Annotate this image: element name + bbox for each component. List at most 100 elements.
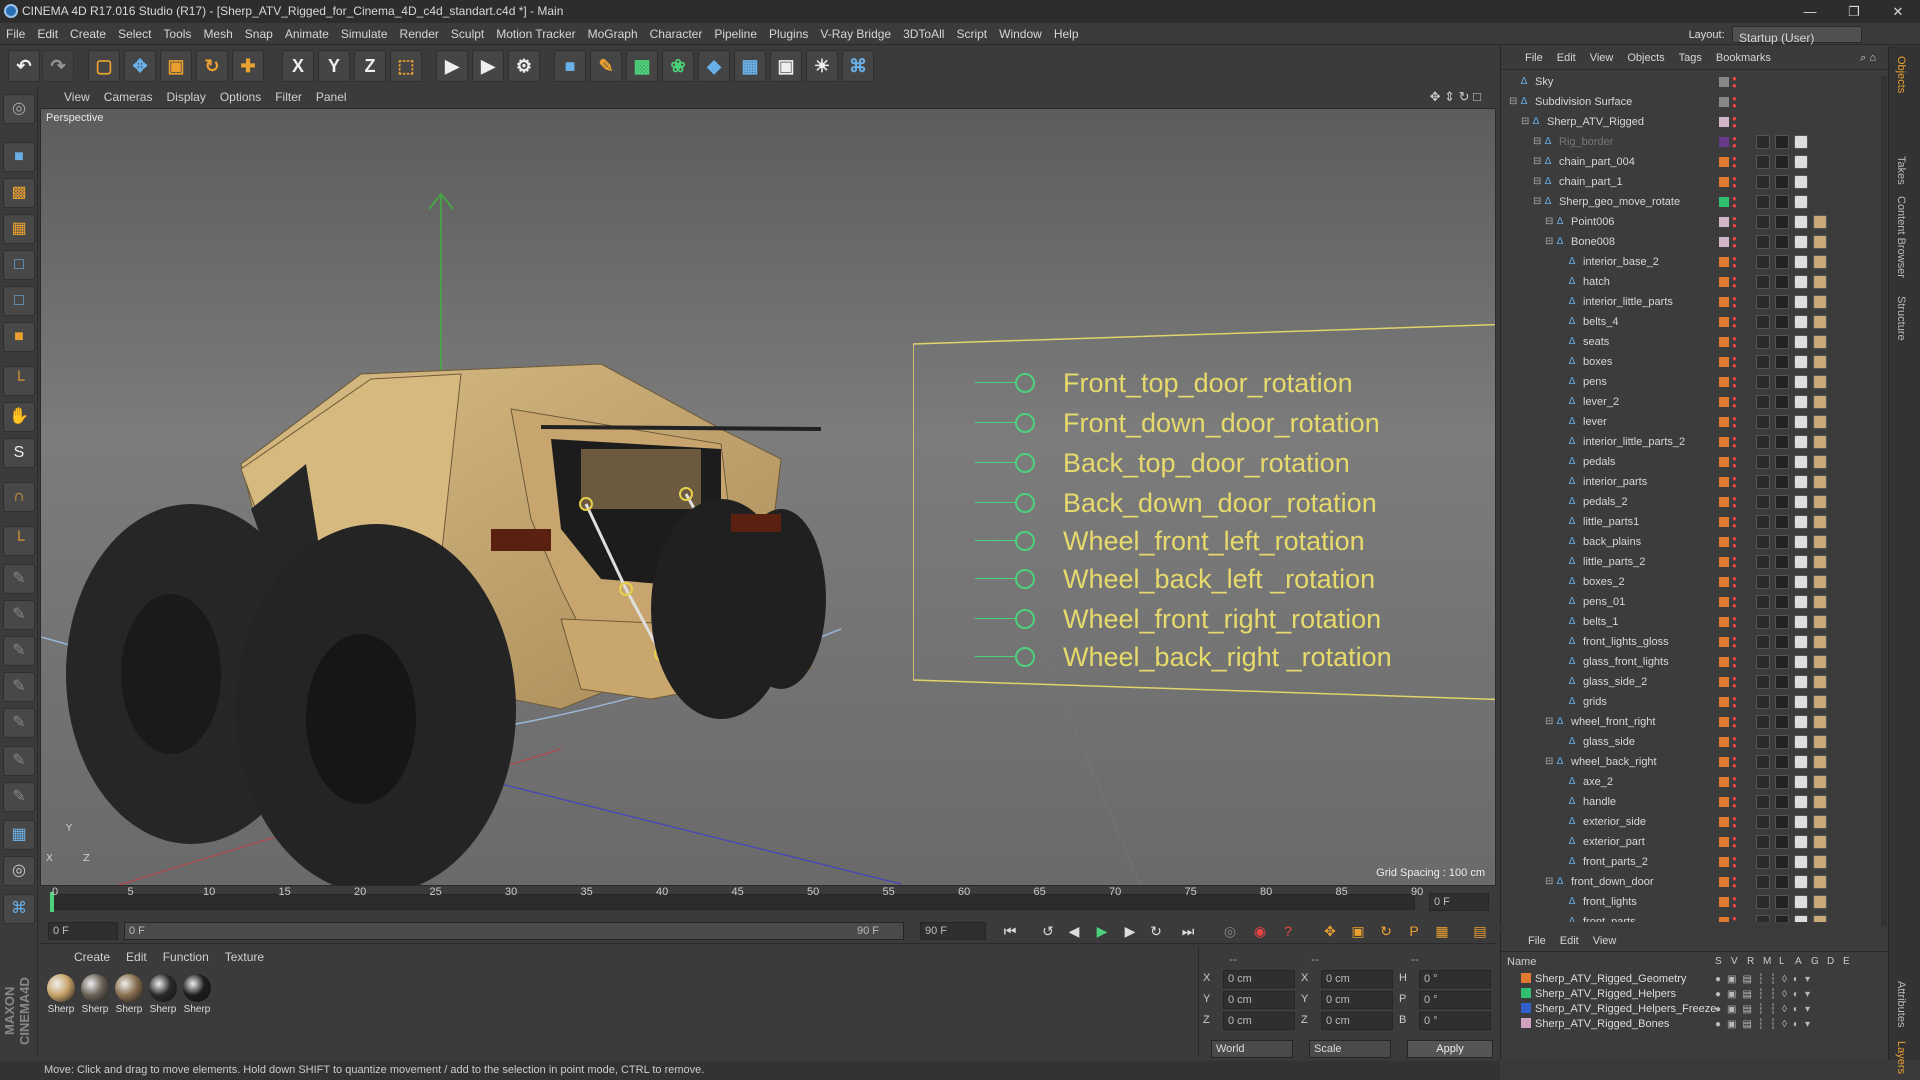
object-row[interactable]: ⊟ ∆ wheel_front_right ● ● xyxy=(1501,712,1889,732)
material-tag-icon[interactable] xyxy=(1794,455,1808,469)
material-tag-icon[interactable] xyxy=(1794,555,1808,569)
material-swatch[interactable]: Sherp xyxy=(148,974,178,1018)
visibility-dots-icon[interactable]: ●● xyxy=(1732,615,1737,630)
object-row[interactable]: ⊟ ∆ Sherp_geo_move_rotate ● ● xyxy=(1501,192,1889,212)
move-tool-icon[interactable]: ✥ xyxy=(124,50,156,82)
polygons-mode-icon[interactable]: ■ xyxy=(3,322,35,352)
rig-control-row[interactable]: Wheel_back_right _rotation xyxy=(975,642,1495,672)
object-row[interactable]: ⊟ ∆ Subdivision Surface ● ● xyxy=(1501,92,1889,112)
visibility-dots-icon[interactable]: ●● xyxy=(1732,195,1737,210)
sculpt-brush-2-icon[interactable]: ✎ xyxy=(3,600,35,630)
material-tag-icon[interactable] xyxy=(1813,735,1827,749)
object-row[interactable]: ∆ exterior_side ● ● xyxy=(1501,812,1889,832)
object-name[interactable]: boxes_2 xyxy=(1583,572,1625,592)
layer-color-swatch[interactable] xyxy=(1719,257,1729,267)
layer-color-swatch[interactable] xyxy=(1719,457,1729,467)
object-row[interactable]: ∆ pens_01 ● ● xyxy=(1501,592,1889,612)
minimize-button[interactable]: — xyxy=(1788,0,1832,23)
layer-color-swatch[interactable] xyxy=(1719,277,1729,287)
coordinate-system-icon[interactable]: ⬚ xyxy=(390,50,422,82)
control-circle-handle[interactable] xyxy=(1015,609,1035,629)
material-tag-icon[interactable] xyxy=(1813,695,1827,709)
menu-mograph[interactable]: MoGraph xyxy=(582,23,644,45)
layer-color-swatch[interactable] xyxy=(1719,137,1729,147)
object-name[interactable]: interior_little_parts_2 xyxy=(1583,432,1685,452)
visibility-dots-icon[interactable]: ●● xyxy=(1732,835,1737,850)
material-tag-icon[interactable] xyxy=(1775,375,1789,389)
object-row[interactable]: ⊟ ∆ front_down_door ● ● xyxy=(1501,872,1889,892)
layer-color-swatch[interactable] xyxy=(1719,437,1729,447)
layers-menu-view[interactable]: View xyxy=(1586,930,1624,952)
object-row[interactable]: ∆ pedals_2 ● ● xyxy=(1501,492,1889,512)
layer-color-swatch[interactable] xyxy=(1719,197,1729,207)
material-tag-icon[interactable] xyxy=(1756,495,1770,509)
timeline-window-icon[interactable]: ▤ xyxy=(1468,921,1492,941)
material-tag-icon[interactable] xyxy=(1813,555,1827,569)
layer-color-swatch[interactable] xyxy=(1719,177,1729,187)
visibility-dots-icon[interactable]: ●● xyxy=(1732,115,1737,130)
goto-start-icon[interactable]: ⏮ xyxy=(998,921,1022,941)
menu-select[interactable]: Select xyxy=(112,23,157,45)
script-icon[interactable]: ⌘ xyxy=(3,894,35,924)
object-row[interactable]: ∆ grids ● ● xyxy=(1501,692,1889,712)
layer-color-swatch[interactable] xyxy=(1719,577,1729,587)
key-position-icon[interactable]: ✥ xyxy=(1318,921,1342,941)
material-tag-icon[interactable] xyxy=(1756,795,1770,809)
object-row[interactable]: ∆ interior_little_parts_2 ● ● xyxy=(1501,432,1889,452)
viewport-menu-view[interactable]: View xyxy=(40,86,97,108)
object-row[interactable]: ⊟ ∆ Point006 ● ● xyxy=(1501,212,1889,232)
visibility-dots-icon[interactable]: ●● xyxy=(1732,815,1737,830)
material-tag-icon[interactable] xyxy=(1756,275,1770,289)
menu-snap[interactable]: Snap xyxy=(239,23,279,45)
material-tag-icon[interactable] xyxy=(1756,315,1770,329)
layer-color-swatch[interactable] xyxy=(1719,417,1729,427)
material-tag-icon[interactable] xyxy=(1775,835,1789,849)
material-tag-icon[interactable] xyxy=(1775,675,1789,689)
material-tag-icon[interactable] xyxy=(1794,715,1808,729)
material-tag-icon[interactable] xyxy=(1813,475,1827,489)
visibility-dots-icon[interactable]: ●● xyxy=(1732,495,1737,510)
material-tag-icon[interactable] xyxy=(1775,315,1789,329)
layer-color-swatch[interactable] xyxy=(1719,677,1729,687)
cloner-icon[interactable]: ❀ xyxy=(662,50,694,82)
layer-color-swatch[interactable] xyxy=(1719,77,1729,87)
visibility-dots-icon[interactable]: ●● xyxy=(1732,215,1737,230)
material-tag-icon[interactable] xyxy=(1794,295,1808,309)
y-axis-lock-icon[interactable]: Y xyxy=(318,50,350,82)
material-tag-icon[interactable] xyxy=(1813,575,1827,589)
material-tag-icon[interactable] xyxy=(1813,255,1827,269)
material-tag-icon[interactable] xyxy=(1775,735,1789,749)
side-tab-attributes[interactable]: Attributes xyxy=(1895,981,1907,1027)
layers-menu-edit[interactable]: Edit xyxy=(1553,930,1586,952)
material-tag-icon[interactable] xyxy=(1756,335,1770,349)
rig-control-row[interactable]: Front_down_door_rotation xyxy=(975,408,1495,438)
coord-value-field[interactable]: 0 cm xyxy=(1223,970,1295,988)
visibility-dots-icon[interactable]: ●● xyxy=(1732,415,1737,430)
object-row[interactable]: ∆ pens ● ● xyxy=(1501,372,1889,392)
material-tag-icon[interactable] xyxy=(1794,235,1808,249)
visibility-dots-icon[interactable]: ●● xyxy=(1732,395,1737,410)
visibility-dots-icon[interactable]: ●● xyxy=(1732,335,1737,350)
object-row[interactable]: ∆ front_parts ●● xyxy=(1501,912,1889,922)
visibility-dots-icon[interactable]: ●● xyxy=(1732,295,1737,310)
layer-color-swatch[interactable] xyxy=(1719,897,1729,907)
object-row[interactable]: ∆ glass_front_lights ● ● xyxy=(1501,652,1889,672)
layer-name[interactable]: Sherp_ATV_Rigged_Helpers_Freeze xyxy=(1535,1003,1716,1015)
material-tag-icon[interactable] xyxy=(1756,575,1770,589)
control-circle-handle[interactable] xyxy=(1015,531,1035,551)
material-tag-icon[interactable] xyxy=(1794,335,1808,349)
material-tag-icon[interactable] xyxy=(1813,435,1827,449)
maximize-button[interactable]: ❐ xyxy=(1832,0,1876,23)
material-tag-icon[interactable] xyxy=(1756,395,1770,409)
menu-edit[interactable]: Edit xyxy=(31,23,64,45)
visibility-dots-icon[interactable]: ●● xyxy=(1732,95,1737,110)
magnet-icon[interactable]: ∩ xyxy=(3,482,35,512)
object-row[interactable]: ∆ interior_parts ● ● xyxy=(1501,472,1889,492)
material-tag-icon[interactable] xyxy=(1813,375,1827,389)
coord-value-field[interactable]: 0 cm xyxy=(1321,970,1393,988)
expand-toggle-icon[interactable]: ⊟ xyxy=(1545,232,1553,252)
layer-color-swatch[interactable] xyxy=(1719,797,1729,807)
render-view-icon[interactable]: ▶ xyxy=(436,50,468,82)
visibility-dots-icon[interactable]: ●● xyxy=(1732,555,1737,570)
deformer-icon[interactable]: ◆ xyxy=(698,50,730,82)
